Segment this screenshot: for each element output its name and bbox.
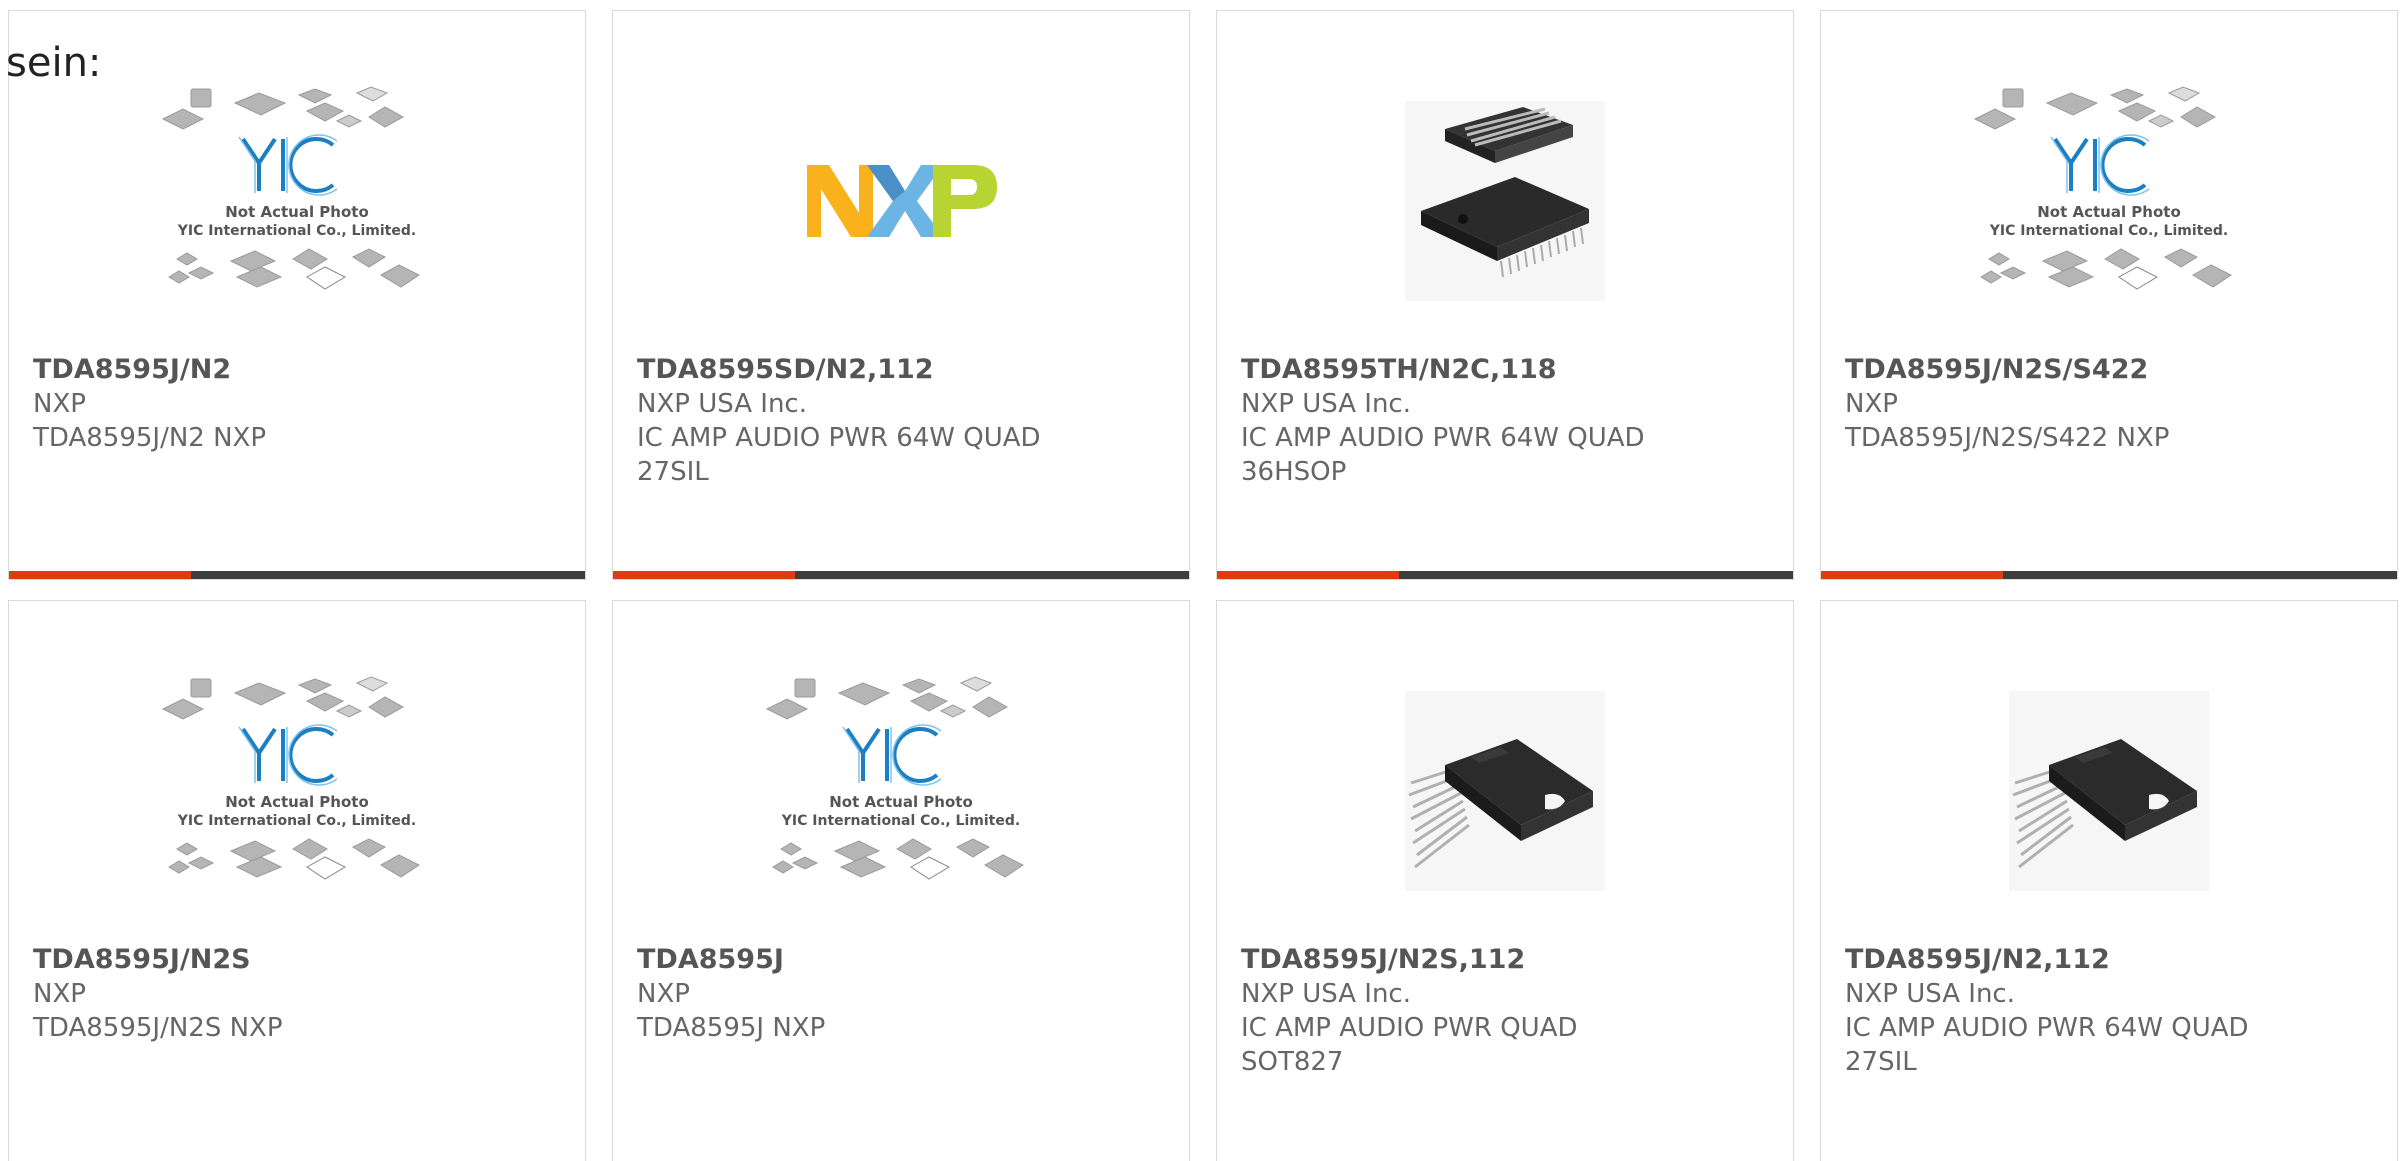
placeholder-line2: YIC International Co., Limited.	[177, 223, 416, 239]
manufacturer: NXP USA Inc.	[1241, 389, 1411, 419]
placeholder-line2: YIC International Co., Limited.	[177, 813, 416, 829]
product-image-yic-placeholder-icon: Not Actual Photo YIC International Co., …	[9, 641, 585, 941]
product-image-nxp-logo-icon	[613, 51, 1189, 351]
product-grid-page: sein: Not Actual Photo YIC International…	[0, 0, 2400, 1161]
product-card[interactable]: Not Actual Photo YIC International Co., …	[612, 600, 1190, 1161]
manufacturer: NXP	[33, 389, 86, 419]
card-accent-bar	[1821, 571, 2003, 579]
product-card[interactable]: TDA8595TH/N2C,118 NXP USA Inc. IC AMP AU…	[1216, 10, 1794, 580]
product-image-yic-placeholder-icon: Not Actual Photo YIC International Co., …	[9, 51, 585, 351]
part-number[interactable]: TDA8595J/N2S,112	[1241, 943, 1769, 977]
product-card[interactable]: TDA8595J/N2S,112 NXP USA Inc. IC AMP AUD…	[1216, 600, 1794, 1161]
product-image-sil-chip-icon	[1217, 641, 1793, 941]
placeholder-line2: YIC International Co., Limited.	[781, 813, 1020, 829]
description: IC AMP AUDIO PWR QUAD SOT827	[1241, 1013, 1578, 1077]
product-card[interactable]: Not Actual Photo YIC International Co., …	[1820, 10, 2398, 580]
part-number[interactable]: TDA8595J/N2,112	[1845, 943, 2373, 977]
description: TDA8595J/N2S/S422 NXP	[1845, 423, 2170, 453]
part-number[interactable]: TDA8595J	[637, 943, 1165, 977]
part-number[interactable]: TDA8595J/N2	[33, 353, 561, 387]
manufacturer: NXP USA Inc.	[1845, 979, 2015, 1009]
part-number[interactable]: TDA8595SD/N2,112	[637, 353, 1165, 387]
card-progress-bar	[1217, 571, 1793, 579]
manufacturer: NXP	[1845, 389, 1898, 419]
manufacturer: NXP	[33, 979, 86, 1009]
card-accent-bar	[613, 571, 795, 579]
part-number[interactable]: TDA8595J/N2S	[33, 943, 561, 977]
description: TDA8595J/N2 NXP	[33, 423, 267, 453]
placeholder-line1: Not Actual Photo	[829, 793, 973, 811]
manufacturer: NXP USA Inc.	[637, 389, 807, 419]
card-progress-bar	[613, 571, 1189, 579]
heading-fragment: sein:	[6, 40, 102, 86]
part-number[interactable]: TDA8595TH/N2C,118	[1241, 353, 1769, 387]
product-card[interactable]: TDA8595SD/N2,112 NXP USA Inc. IC AMP AUD…	[612, 10, 1190, 580]
product-card[interactable]: Not Actual Photo YIC International Co., …	[8, 600, 586, 1161]
description: TDA8595J NXP	[637, 1013, 826, 1043]
manufacturer: NXP USA Inc.	[1241, 979, 1411, 1009]
description: IC AMP AUDIO PWR 64W QUAD 27SIL	[1845, 1013, 2249, 1077]
placeholder-line1: Not Actual Photo	[225, 793, 369, 811]
placeholder-line1: Not Actual Photo	[2037, 203, 2181, 221]
product-card[interactable]: TDA8595J/N2,112 NXP USA Inc. IC AMP AUDI…	[1820, 600, 2398, 1161]
card-progress-bar	[9, 571, 585, 579]
product-image-hsop-chip-icon	[1217, 51, 1793, 351]
part-number[interactable]: TDA8595J/N2S/S422	[1845, 353, 2373, 387]
product-image-yic-placeholder-icon: Not Actual Photo YIC International Co., …	[1821, 51, 2397, 351]
placeholder-line2: YIC International Co., Limited.	[1989, 223, 2228, 239]
description: IC AMP AUDIO PWR 64W QUAD 36HSOP	[1241, 423, 1645, 487]
product-image-yic-placeholder-icon: Not Actual Photo YIC International Co., …	[613, 641, 1189, 941]
product-image-sil-chip-icon	[1821, 641, 2397, 941]
card-accent-bar	[1217, 571, 1399, 579]
card-accent-bar	[9, 571, 191, 579]
product-card[interactable]: Not Actual Photo YIC International Co., …	[8, 10, 586, 580]
placeholder-line1: Not Actual Photo	[225, 203, 369, 221]
card-progress-bar	[1821, 571, 2397, 579]
manufacturer: NXP	[637, 979, 690, 1009]
description: IC AMP AUDIO PWR 64W QUAD 27SIL	[637, 423, 1041, 487]
description: TDA8595J/N2S NXP	[33, 1013, 283, 1043]
